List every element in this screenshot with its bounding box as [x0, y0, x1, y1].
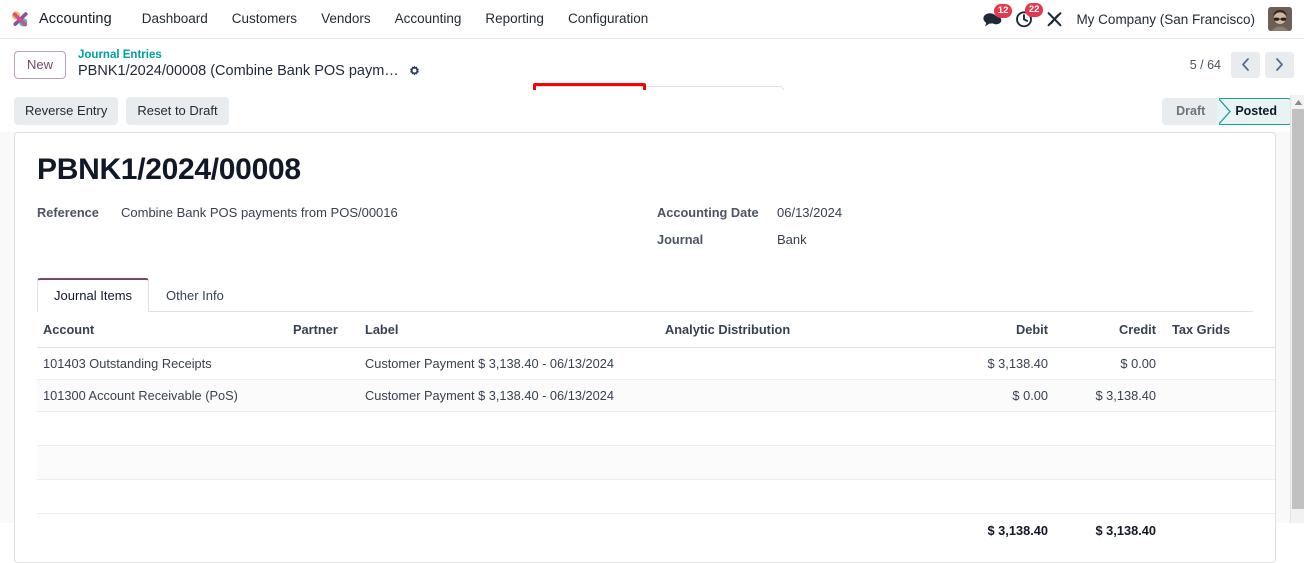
cell-tax-grids[interactable]: [1162, 348, 1276, 380]
column-header-credit[interactable]: Credit: [1054, 312, 1162, 348]
table-totals-row: $ 3,138.40 $ 3,138.40: [37, 514, 1276, 548]
form-fields-left: Reference Combine Bank POS payments from…: [37, 205, 657, 232]
chevron-right-icon: [1275, 58, 1284, 71]
cell-empty[interactable]: [37, 480, 1276, 514]
nav-item-reporting[interactable]: Reporting: [473, 0, 556, 38]
totals-debit: $ 3,138.40: [944, 514, 1054, 548]
cell-label[interactable]: Customer Payment $ 3,138.40 - 06/13/2024: [359, 348, 659, 380]
form-fields: Reference Combine Bank POS payments from…: [37, 205, 1253, 259]
field-accounting-date-value[interactable]: 06/13/2024: [767, 205, 842, 220]
table-row[interactable]: 101403 Outstanding Receipts Customer Pay…: [37, 348, 1276, 380]
top-navbar: Accounting Dashboard Customers Vendors A…: [0, 0, 1304, 39]
activities-badge: 22: [1025, 3, 1044, 17]
nav-item-configuration[interactable]: Configuration: [556, 0, 660, 38]
vertical-scrollbar[interactable]: [1290, 95, 1304, 523]
journal-items-table: Account Partner Label Analytic Distribut…: [37, 312, 1276, 547]
new-button[interactable]: New: [14, 51, 66, 79]
status-bar: Draft Posted: [1162, 98, 1292, 125]
breadcrumb-current-record: PBNK1/2024/00008 (Combine Bank POS paym…: [78, 62, 399, 81]
tab-journal-items[interactable]: Journal Items: [37, 278, 149, 312]
column-header-label[interactable]: Label: [359, 312, 659, 348]
field-accounting-date: Accounting Date 06/13/2024: [657, 205, 842, 220]
nav-item-customers[interactable]: Customers: [220, 0, 309, 38]
field-journal-label: Journal: [657, 232, 767, 247]
pager-count: 5 / 64: [1190, 58, 1221, 72]
column-header-tax-grids[interactable]: Tax Grids: [1162, 312, 1276, 348]
tab-other-info[interactable]: Other Info: [149, 278, 241, 312]
cell-debit[interactable]: $ 3,138.40: [944, 348, 1054, 380]
scrollbar-thumb[interactable]: [1292, 109, 1304, 509]
field-journal: Journal Bank: [657, 232, 842, 247]
status-badge-posted[interactable]: Posted: [1219, 98, 1292, 125]
cell-account[interactable]: 101403 Outstanding Receipts: [37, 348, 287, 380]
status-badge-posted-label: Posted: [1235, 104, 1277, 118]
messages-badge: 12: [994, 4, 1013, 18]
table-header-row: Account Partner Label Analytic Distribut…: [37, 312, 1276, 348]
scroll-up-button[interactable]: [1291, 95, 1304, 109]
nav-item-accounting[interactable]: Accounting: [383, 0, 474, 38]
form-sheet-background: PBNK1/2024/00008 Reference Combine Bank …: [0, 132, 1290, 523]
column-header-debit[interactable]: Debit: [944, 312, 1054, 348]
nav-item-dashboard[interactable]: Dashboard: [130, 0, 220, 38]
status-arrow-icon: [1218, 98, 1231, 125]
gear-icon[interactable]: [408, 65, 421, 78]
cell-empty[interactable]: [37, 446, 1276, 480]
breadcrumb-parent-journal-entries[interactable]: Journal Entries: [78, 48, 421, 62]
field-reference-label: Reference: [37, 205, 111, 220]
navbar-right: 12 22 My Company (San Francisco): [983, 7, 1296, 31]
cell-tax-grids[interactable]: [1162, 380, 1276, 412]
action-bar: Reverse Entry Reset to Draft Draft Poste…: [0, 90, 1304, 132]
scroll-up-arrow-icon: [1294, 99, 1303, 106]
field-reference: Reference Combine Bank POS payments from…: [37, 205, 657, 220]
company-selector[interactable]: My Company (San Francisco): [1076, 12, 1255, 27]
column-header-account[interactable]: Account: [37, 312, 287, 348]
pager-next-button[interactable]: [1265, 52, 1294, 78]
cell-account[interactable]: 101300 Account Receivable (PoS): [37, 380, 287, 412]
table-body: 101403 Outstanding Receipts Customer Pay…: [37, 348, 1276, 514]
field-reference-value[interactable]: Combine Bank POS payments from POS/00016: [111, 205, 398, 220]
cell-partner[interactable]: [287, 348, 359, 380]
pager: 5 / 64: [1190, 52, 1294, 78]
table-row-empty[interactable]: [37, 480, 1276, 514]
breadcrumb: Journal Entries PBNK1/2024/00008 (Combin…: [78, 48, 421, 81]
pager-previous-button[interactable]: [1231, 52, 1260, 78]
brand[interactable]: Accounting: [9, 8, 112, 30]
field-journal-value[interactable]: Bank: [767, 232, 807, 247]
cell-label[interactable]: Customer Payment $ 3,138.40 - 06/13/2024: [359, 380, 659, 412]
chevron-left-icon: [1241, 58, 1250, 71]
odoo-x-icon[interactable]: [1046, 11, 1063, 28]
cell-partner[interactable]: [287, 380, 359, 412]
page-title: PBNK1/2024/00008: [37, 151, 1253, 189]
totals-credit: $ 3,138.40: [1054, 514, 1162, 548]
notebook-tabs: Journal Items Other Info: [37, 277, 1253, 312]
table-footer: $ 3,138.40 $ 3,138.40: [37, 514, 1276, 548]
avatar[interactable]: [1268, 7, 1292, 31]
nav-item-vendors[interactable]: Vendors: [309, 0, 383, 38]
brand-name: Accounting: [39, 11, 112, 27]
form-fields-right: Accounting Date 06/13/2024 Journal Bank: [657, 205, 842, 259]
navbar-menu: Dashboard Customers Vendors Accounting R…: [130, 0, 661, 38]
cell-credit[interactable]: $ 3,138.40: [1054, 380, 1162, 412]
table-row-empty[interactable]: [37, 446, 1276, 480]
reset-to-draft-button[interactable]: Reset to Draft: [126, 97, 228, 125]
cell-debit[interactable]: $ 0.00: [944, 380, 1054, 412]
odoo-logo-icon[interactable]: [9, 8, 31, 30]
table-row[interactable]: 101300 Account Receivable (PoS) Customer…: [37, 380, 1276, 412]
form-sheet: PBNK1/2024/00008 Reference Combine Bank …: [14, 132, 1276, 563]
cell-analytic[interactable]: [659, 348, 944, 380]
field-accounting-date-label: Accounting Date: [657, 205, 767, 220]
table-row-empty[interactable]: [37, 412, 1276, 446]
control-panel: New Journal Entries PBNK1/2024/00008 (Co…: [0, 39, 1304, 90]
messages-button[interactable]: 12: [983, 11, 1002, 28]
status-badge-draft[interactable]: Draft: [1162, 98, 1219, 125]
table-header: Account Partner Label Analytic Distribut…: [37, 312, 1276, 348]
reverse-entry-button[interactable]: Reverse Entry: [14, 97, 118, 125]
column-header-analytic[interactable]: Analytic Distribution: [659, 312, 944, 348]
activities-button[interactable]: 22: [1015, 10, 1033, 28]
cell-empty[interactable]: [37, 412, 1276, 446]
column-header-partner[interactable]: Partner: [287, 312, 359, 348]
cell-credit[interactable]: $ 0.00: [1054, 348, 1162, 380]
cell-analytic[interactable]: [659, 380, 944, 412]
